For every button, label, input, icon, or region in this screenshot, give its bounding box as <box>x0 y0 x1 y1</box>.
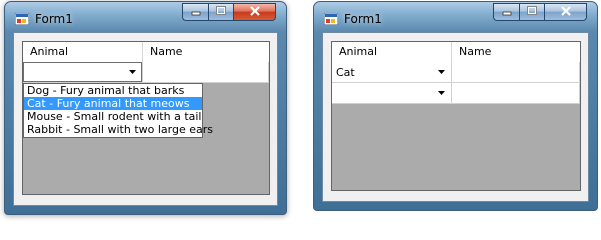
grid-header: Animal Name <box>332 42 580 63</box>
maximize-button[interactable] <box>519 3 544 21</box>
column-header-animal[interactable]: Animal <box>23 42 143 62</box>
minimize-icon <box>191 6 201 19</box>
form-app-icon[interactable] <box>323 12 339 26</box>
form-client-area: Animal Name Dog - Fury animal that barks… <box>13 32 278 206</box>
animal-data-grid[interactable]: Animal Name Cat <box>331 41 581 191</box>
window-title: Form1 <box>344 12 382 26</box>
form1-window-left: Form1 Animal Name Dog - Fury animal that… <box>4 1 287 215</box>
animal-cell[interactable] <box>332 83 452 104</box>
animal-cell[interactable] <box>23 62 143 83</box>
title-bar[interactable]: Form1 <box>314 2 597 32</box>
grid-row: Cat <box>332 62 580 83</box>
caption-buttons <box>182 3 276 21</box>
close-button[interactable] <box>233 3 276 21</box>
grid-header: Animal Name <box>23 42 269 63</box>
minimize-button[interactable] <box>182 3 208 21</box>
maximize-button[interactable] <box>208 3 233 21</box>
animal-data-grid[interactable]: Animal Name Dog - Fury animal that barks… <box>22 41 270 195</box>
window-title: Form1 <box>35 12 73 26</box>
animal-cell[interactable]: Cat <box>332 62 452 83</box>
column-header-name[interactable]: Name <box>143 42 269 62</box>
animal-dropdown-list[interactable]: Dog - Fury animal that barks Cat - Fury … <box>23 83 213 138</box>
dropdown-option[interactable]: Dog - Fury animal that barks <box>24 84 202 97</box>
chevron-down-icon[interactable] <box>434 86 448 100</box>
close-icon <box>249 5 261 19</box>
animal-combobox-value: Cat <box>336 66 355 79</box>
maximize-icon <box>216 5 226 19</box>
close-icon <box>560 5 572 19</box>
name-cell[interactable] <box>143 62 269 83</box>
minimize-icon <box>502 6 512 19</box>
chevron-down-icon[interactable] <box>125 65 139 79</box>
name-cell[interactable] <box>452 62 580 83</box>
grid-row <box>332 83 580 104</box>
dropdown-option-selected[interactable]: Cat - Fury animal that meows <box>24 97 202 110</box>
column-header-name[interactable]: Name <box>452 42 580 62</box>
title-bar[interactable]: Form1 <box>5 2 286 32</box>
form-client-area: Animal Name Cat <box>322 32 589 202</box>
chevron-down-icon[interactable] <box>434 65 448 79</box>
close-button[interactable] <box>544 3 587 21</box>
dropdown-option[interactable]: Mouse - Small rodent with a tail <box>24 110 202 123</box>
maximize-icon <box>527 5 537 19</box>
column-header-animal[interactable]: Animal <box>332 42 452 62</box>
animal-combobox[interactable] <box>23 62 142 82</box>
name-cell[interactable] <box>452 83 580 104</box>
animal-combobox[interactable]: Cat <box>332 62 451 82</box>
dropdown-option[interactable]: Rabbit - Small with two large ears <box>24 123 213 136</box>
minimize-button[interactable] <box>493 3 519 21</box>
form-app-icon[interactable] <box>14 12 30 26</box>
animal-combobox[interactable] <box>332 83 451 103</box>
caption-buttons <box>493 3 587 21</box>
form1-window-right: Form1 Animal Name Cat <box>313 1 598 211</box>
grid-row <box>23 62 269 83</box>
